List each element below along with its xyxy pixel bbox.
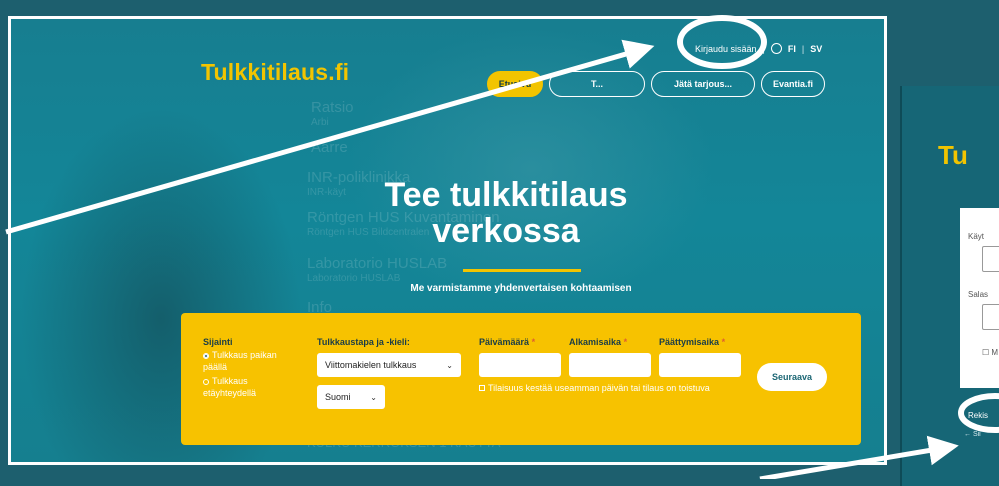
- website-screenshot-main: Ratsio Arbi Aarre INR-poliklinikka INR-käy…: [8, 16, 887, 465]
- nav-jata-tarjous[interactable]: Jätä tarjous...: [651, 71, 755, 97]
- background-sign-5: Laboratorio HUSLAB Laboratorio HUSLAB: [307, 255, 448, 284]
- back-link[interactable]: ← Sii: [964, 431, 981, 438]
- register-link[interactable]: Rekis: [968, 411, 988, 420]
- date-input[interactable]: [479, 353, 561, 377]
- end-label: Päättymisaika *: [659, 337, 726, 347]
- method-label: Tulkkaustapa ja -kieli:: [317, 337, 410, 347]
- nav-etusivu[interactable]: Etusivu: [487, 71, 543, 97]
- location-label: Sijainti: [203, 337, 233, 347]
- username-input[interactable]: [982, 246, 999, 272]
- nav-item-2[interactable]: T...: [549, 71, 645, 97]
- globe-icon: [770, 43, 782, 54]
- background-sign-1: Ratsio Arbi: [311, 99, 354, 128]
- site-logo[interactable]: Tulkkitilaus.fi: [201, 59, 349, 86]
- checkbox-icon: [479, 385, 485, 391]
- top-links: Kirjaudu sisään | FI | SV: [695, 43, 822, 54]
- nav-evantia[interactable]: Evantia.fi: [761, 71, 825, 97]
- date-label: Päivämäärä *: [479, 337, 536, 347]
- end-time-input[interactable]: [659, 353, 741, 377]
- radio-onsite[interactable]: Tulkkaus paikan päällä: [203, 349, 293, 373]
- start-label: Alkamisaika *: [569, 337, 628, 347]
- radio-dot-icon: [203, 378, 209, 385]
- chevron-down-icon: ⌄: [370, 392, 377, 402]
- language-sv-link[interactable]: SV: [810, 44, 822, 54]
- language-select[interactable]: Suomi ⌄: [317, 385, 385, 409]
- hero-subtitle: Me varmistamme yhdenvertaisen kohtaamise…: [410, 283, 632, 294]
- radio-dot-icon: [203, 352, 209, 359]
- start-time-input[interactable]: [569, 353, 651, 377]
- language-fi-link[interactable]: FI: [788, 44, 796, 54]
- main-nav: Etusivu T... Jätä tarjous... Evantia.fi: [487, 71, 825, 97]
- hero-divider: [463, 269, 581, 272]
- remember-checkbox[interactable]: ☐ M: [982, 348, 998, 357]
- login-panel-partial: Tu Käyt Salas ☐ M Rekis ← Sii: [900, 86, 999, 486]
- username-label: Käyt: [968, 232, 985, 241]
- divider: |: [801, 43, 805, 54]
- chevron-down-icon: ⌄: [446, 360, 453, 370]
- next-button[interactable]: Seuraava: [757, 363, 827, 391]
- login-link[interactable]: Kirjaudu sisään: [695, 44, 757, 54]
- radio-remote[interactable]: Tulkkaus etäyhteydellä: [203, 375, 293, 399]
- background-sign-2: Aarre: [311, 139, 348, 156]
- order-form: Sijainti Tulkkaus paikan päällä Tulkkaus…: [181, 313, 861, 445]
- login-panel-logo: Tu: [938, 140, 968, 170]
- hero-title: Tee tulkkitilaus verkossa: [384, 176, 628, 250]
- multi-day-checkbox[interactable]: Tilaisuus kestää useamman päivän tai til…: [479, 383, 710, 393]
- password-label: Salas: [968, 290, 989, 299]
- method-select[interactable]: Viittomakielen tulkkaus ⌄: [317, 353, 461, 377]
- password-input[interactable]: [982, 304, 999, 330]
- divider: |: [762, 43, 765, 54]
